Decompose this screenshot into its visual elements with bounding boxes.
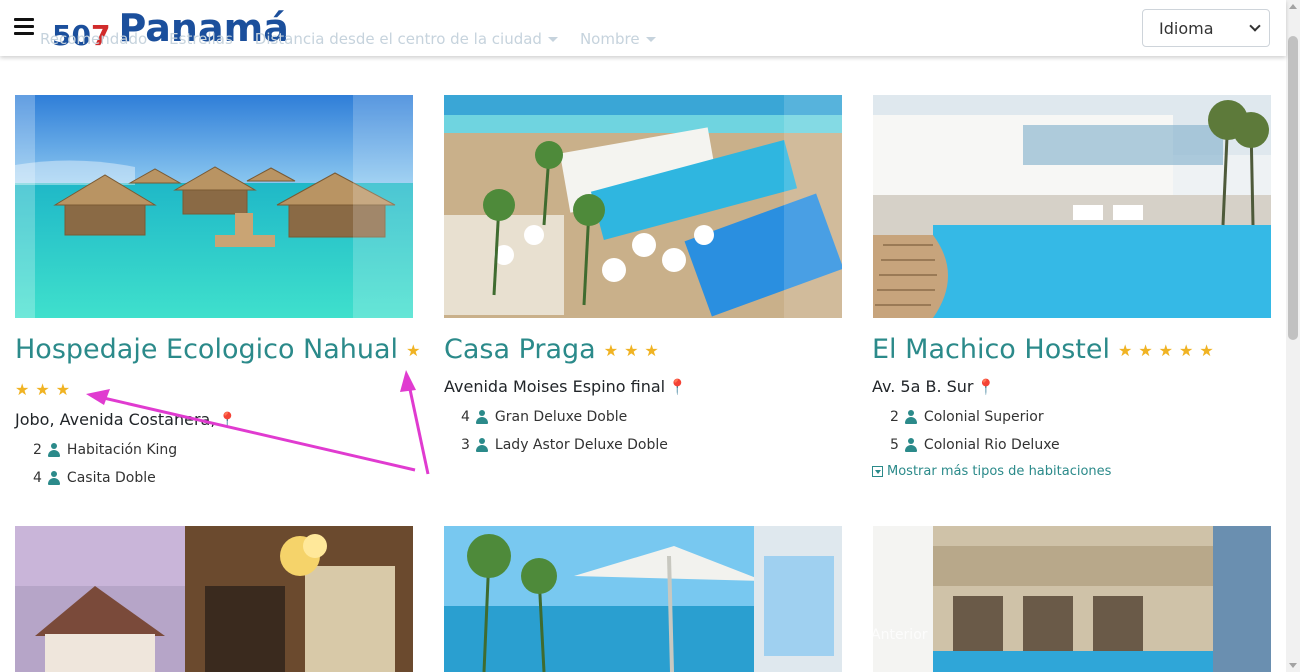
star-rating: ★ ★ ★ [604,341,659,360]
star-rating: ★ [406,341,420,360]
hotel-pool-terrace-image [873,95,1271,318]
room-type-item: 4 Casita Doble [33,470,156,486]
show-more-room-types-label: Mostrar más tipos de habitaciones [887,464,1112,479]
person-icon [904,410,917,424]
room-type-item: 2 Habitación King [33,442,177,458]
hotel-address: Avenida Moises Espino final 📍 [444,377,687,396]
star-icon: ★ [1199,341,1214,360]
star-icon: ★ [624,341,639,360]
scroll-up-icon[interactable] [1289,4,1297,9]
sort-name[interactable]: Nombre [580,30,656,48]
hotel-name[interactable]: El Machico Hostel ★ ★ ★ ★ ★ [872,334,1214,365]
person-icon [904,438,917,452]
room-occupancy: 2 [890,409,899,425]
star-icon: ★ [55,380,71,399]
star-icon: ★ [1158,341,1174,360]
villa-and-lobby-image [15,526,413,672]
star-icon: ★ [406,341,421,360]
hotel-address-text: Jobo, Avenida Costanera, [15,410,216,429]
arrowhead-icon [400,370,416,392]
star-icon: ★ [603,341,619,360]
room-type-item: 3 Lady Astor Deluxe Doble [461,437,668,453]
resort-pool-image [444,95,842,318]
carousel-previous-label: Anterior [871,627,928,643]
person-icon [475,410,488,424]
star-icon: ★ [644,341,659,360]
scrollbar-thumb[interactable] [1288,36,1298,340]
hotel-photo[interactable] [15,95,413,318]
room-type-name: Casita Doble [66,470,156,486]
carousel-previous-button[interactable]: Anterior [871,627,928,643]
room-type-item: 4 Gran Deluxe Doble [461,409,627,425]
scroll-down-icon[interactable] [1289,663,1297,668]
map-pin-icon[interactable]: 📍 [668,378,687,396]
room-occupancy: 2 [33,442,42,458]
room-type-item: 2 Colonial Superior [890,409,1044,425]
room-type-name: Gran Deluxe Doble [494,409,628,425]
arrowhead-icon [86,389,110,405]
sort-distance-label: Distancia desde el centro de la ciudad [254,30,542,48]
hotel-address: Jobo, Avenida Costanera, 📍 [15,410,237,429]
hotel-address: Av. 5a B. Sur 📍 [872,377,995,396]
sort-name-label: Nombre [579,30,640,48]
room-occupancy: 5 [890,437,899,453]
hotel-photo[interactable] [444,526,842,672]
hotel-address-text: Av. 5a B. Sur [872,377,974,396]
sort-recommended-label: Recomendado [40,30,148,48]
hotel-name-text: Hospedaje Ecologico Nahual [15,334,399,365]
hotel-name[interactable]: Casa Praga ★ ★ ★ [444,334,659,365]
beach-umbrella-image [444,526,842,672]
chevron-down-icon [1249,20,1261,32]
caret-down-icon [645,36,656,42]
room-type-name: Colonial Rio Deluxe [923,437,1060,453]
hotel-name-text: Casa Praga [444,334,596,365]
sort-distance[interactable]: Distancia desde el centro de la ciudad [255,30,558,48]
hotel-photo[interactable] [444,95,842,318]
room-occupancy: 4 [33,470,42,486]
hotel-name[interactable]: Hospedaje Ecologico Nahual ★ [15,334,420,365]
room-type-name: Habitación King [66,442,178,458]
overwater-bungalows-image [15,95,413,318]
star-icon: ★ [15,380,30,399]
map-pin-icon[interactable]: 📍 [977,378,996,396]
language-select[interactable]: Idioma [1142,9,1270,47]
person-icon [475,438,488,452]
show-more-room-types-link[interactable]: Mostrar más tipos de habitaciones [872,464,1111,479]
hotel-name-text: El Machico Hostel [872,334,1110,365]
sort-bar: Recomendado Estrellas Distancia desde el… [40,30,656,48]
person-icon [47,471,60,485]
person-icon [47,443,60,457]
room-type-name: Colonial Superior [923,409,1044,425]
top-header: Recomendado Estrellas Distancia desde el… [0,0,1286,56]
hamburger-menu-icon[interactable] [14,18,34,36]
hotel-exterior-image [873,526,1271,672]
sort-stars[interactable]: Estrellas [169,30,233,48]
star-icon: ★ [1179,341,1194,360]
hotel-photo[interactable] [15,526,413,672]
caret-down-icon [547,36,558,42]
sort-recommended[interactable]: Recomendado [40,30,147,48]
page-scrollbar[interactable] [1286,0,1300,672]
expand-icon [872,466,883,477]
room-type-name: Lady Astor Deluxe Doble [494,437,668,453]
star-icon: ★ [1138,341,1153,360]
room-occupancy: 4 [461,409,470,425]
star-icon: ★ [35,380,50,399]
star-rating: ★ ★ ★ ★ ★ [1118,341,1214,360]
sort-stars-label: Estrellas [169,30,233,48]
language-select-value: Idioma [1159,18,1214,38]
star-rating-continued: ★ ★ ★ [15,380,70,399]
room-occupancy: 3 [461,437,470,453]
hotel-address-text: Avenida Moises Espino final [444,377,666,396]
star-icon: ★ [1117,341,1133,360]
hotel-photo[interactable] [873,95,1271,318]
map-pin-icon[interactable]: 📍 [218,411,237,429]
hotel-photo[interactable] [873,526,1271,672]
room-type-item: 5 Colonial Rio Deluxe [890,437,1060,453]
